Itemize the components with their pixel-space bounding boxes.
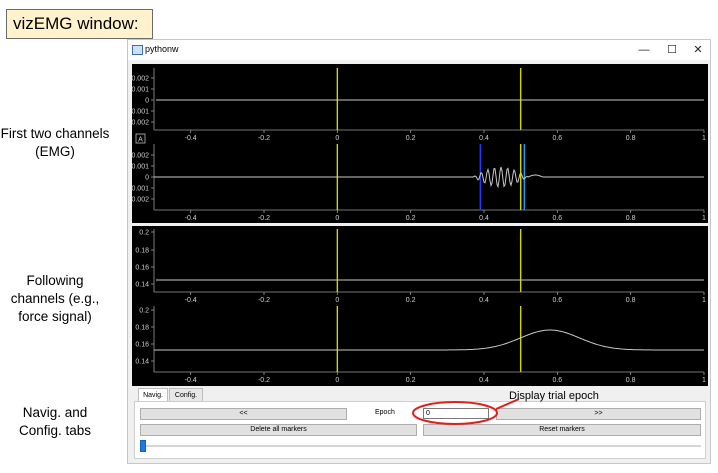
emg-ch2-y-tick-label: -0.002 xyxy=(132,197,149,204)
close-button[interactable]: ✕ xyxy=(687,42,709,58)
emg-ch1-x-tick-label: 0.8 xyxy=(626,135,636,142)
force-ch1-x-tick-label: 0.6 xyxy=(552,297,562,304)
force-ch2-y-tick-label: 0.14 xyxy=(135,359,149,366)
emg-plot-panel[interactable]: 0.002 0.001 0 -0.001 -0.002 -0.4 -0.2 0 0.2 0.4 0.… xyxy=(132,64,708,223)
force-channel-1-plot[interactable]: 0.2 0.18 0.16 0.14 -0.4 -0.2 0 0.2 0.4 0.6 0.8 1 xyxy=(135,229,706,304)
force-ch1-y-tick-label: 0.2 xyxy=(139,230,149,237)
maximize-button[interactable]: ☐ xyxy=(661,42,683,58)
force-ch1-x-tick-label: -0.4 xyxy=(185,297,197,304)
epoch-slider-handle[interactable] xyxy=(140,440,146,452)
tab-navig[interactable]: Navig. xyxy=(138,388,168,402)
force-ch1-y-tick-label: 0.16 xyxy=(135,265,149,272)
python-icon xyxy=(132,45,143,55)
force-plot-panel[interactable]: 0.2 0.18 0.16 0.14 -0.4 -0.2 0 0.2 0.4 0.6 0.8 1 0.… xyxy=(132,226,708,386)
label-navig-config-tabs: Navig. and Config. tabs xyxy=(18,405,92,438)
emg-ch1-x-tick-label: -0.4 xyxy=(185,135,197,142)
emg-ch2-x-tick-label: -0.4 xyxy=(185,215,197,222)
autoscale-label: A xyxy=(138,137,143,144)
vizemg-window: pythonw — ☐ ✕ 0.002 0.001 0 -0.001 -0.002 -0.… xyxy=(127,39,711,464)
emg-ch1-x-tick-label: 0 xyxy=(335,135,339,142)
next-epoch-button[interactable]: >> xyxy=(496,408,701,420)
force-channel-2-plot[interactable]: 0.2 0.18 0.16 0.14 -0.4 -0.2 0 0.2 0.4 0.6 0.8 1 xyxy=(135,306,706,384)
force-ch2-x-tick-label: -0.2 xyxy=(258,377,270,384)
force-ch1-x-tick-label: 1 xyxy=(702,297,706,304)
emg-ch1-x-tick-label: 0.6 xyxy=(552,135,562,142)
navig-tab-panel: << Epoch >> Delete all markers Reset mar… xyxy=(134,401,706,459)
force-ch1-x-tick-label: 0.2 xyxy=(406,297,416,304)
window-titlebar: pythonw — ☐ ✕ xyxy=(128,40,710,60)
emg-channel-1-plot[interactable]: 0.002 0.001 0 -0.001 -0.002 -0.4 -0.2 0 0.2 0.4 0.… xyxy=(132,68,706,144)
emg-ch2-trace xyxy=(154,166,704,189)
force-ch2-x-tick-label: 0.4 xyxy=(479,377,489,384)
force-ch1-x-tick-label: 0.4 xyxy=(479,297,489,304)
emg-ch1-y-tick-label: 0.001 xyxy=(132,87,149,94)
force-ch2-x-tick-label: 1 xyxy=(702,377,706,384)
minimize-button[interactable]: — xyxy=(633,42,655,58)
force-ch2-trace xyxy=(154,329,704,351)
reset-markers-button[interactable]: Reset markers xyxy=(423,424,701,436)
epoch-input[interactable] xyxy=(423,408,489,419)
force-ch2-x-tick-label: -0.4 xyxy=(185,377,197,384)
emg-plots-svg[interactable]: 0.002 0.001 0 -0.001 -0.002 -0.4 -0.2 0 0.2 0.4 0.… xyxy=(132,64,708,223)
force-ch2-y-tick-label: 0.2 xyxy=(139,308,149,315)
emg-ch2-x-tick-label: 0.8 xyxy=(626,215,636,222)
emg-ch1-y-tick-label: 0.002 xyxy=(132,76,149,83)
force-ch1-x-tick-label: 0.8 xyxy=(626,297,636,304)
force-ch2-x-tick-label: 0.2 xyxy=(406,377,416,384)
emg-ch1-x-tick-label: 0.2 xyxy=(406,135,416,142)
emg-ch2-x-tick-label: 0.2 xyxy=(406,215,416,222)
tab-config[interactable]: Config. xyxy=(169,388,203,401)
window-title: pythonw xyxy=(145,44,179,54)
epoch-label: Epoch xyxy=(375,409,395,416)
emg-ch2-x-tick-label: 1 xyxy=(702,215,706,222)
emg-ch2-x-tick-label: 0.4 xyxy=(479,215,489,222)
emg-ch1-y-tick-label: 0 xyxy=(145,98,149,105)
emg-ch2-y-tick-label: -0.001 xyxy=(132,186,149,193)
emg-ch2-x-tick-label: -0.2 xyxy=(258,215,270,222)
force-ch1-x-tick-label: 0 xyxy=(335,297,339,304)
emg-ch2-y-tick-label: 0.001 xyxy=(132,164,149,171)
header-label: vizEMG window: xyxy=(6,9,153,39)
emg-ch1-x-tick-label: 0.4 xyxy=(479,135,489,142)
force-ch1-y-tick-label: 0.18 xyxy=(135,248,149,255)
force-ch2-x-tick-label: 0.8 xyxy=(626,377,636,384)
epoch-slider-track[interactable] xyxy=(140,445,701,447)
force-ch1-x-tick-label: -0.2 xyxy=(258,297,270,304)
force-ch2-x-tick-label: 0.6 xyxy=(552,377,562,384)
emg-ch1-x-tick-label: -0.2 xyxy=(258,135,270,142)
emg-ch1-y-tick-label: -0.002 xyxy=(132,120,149,127)
emg-ch2-y-tick-label: 0 xyxy=(145,175,149,182)
force-ch2-y-tick-label: 0.16 xyxy=(135,342,149,349)
force-plots-svg[interactable]: 0.2 0.18 0.16 0.14 -0.4 -0.2 0 0.2 0.4 0.6 0.8 1 0.… xyxy=(132,226,708,386)
emg-ch1-x-tick-label: 1 xyxy=(702,135,706,142)
emg-ch2-x-tick-label: 0.6 xyxy=(552,215,562,222)
force-ch2-y-tick-label: 0.18 xyxy=(135,325,149,332)
force-ch2-x-tick-label: 0 xyxy=(335,377,339,384)
force-ch1-y-tick-label: 0.14 xyxy=(135,282,149,289)
emg-channel-2-plot[interactable]: 0.002 0.001 0 -0.001 -0.002 -0.4 -0.2 0 0.2 0.4 0.… xyxy=(132,144,706,222)
label-force-channels: Following channels (e.g., force signal) xyxy=(10,273,100,324)
label-emg-channels: First two channels (EMG) xyxy=(0,126,110,159)
annotation-display-trial-epoch: Display trial epoch xyxy=(509,390,599,402)
emg-ch1-y-tick-label: -0.001 xyxy=(132,109,149,116)
delete-all-markers-button[interactable]: Delete all markers xyxy=(140,424,417,436)
emg-ch2-x-tick-label: 0 xyxy=(335,215,339,222)
previous-epoch-button[interactable]: << xyxy=(140,408,347,420)
emg-ch2-y-tick-label: 0.002 xyxy=(132,153,149,160)
